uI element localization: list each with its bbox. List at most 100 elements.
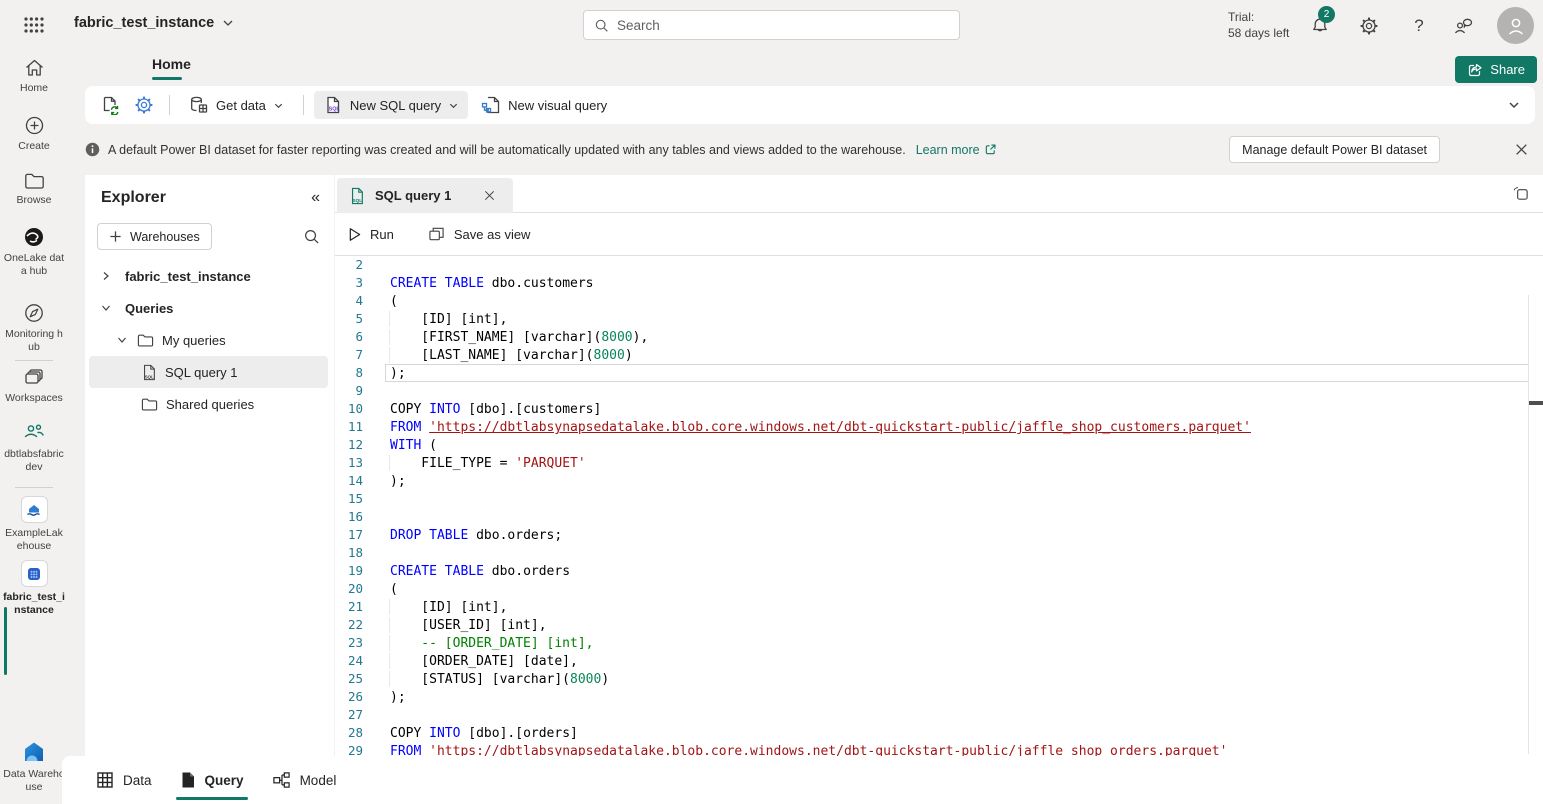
code-line[interactable]: 24 [ORDER_DATE] [date], — [335, 652, 1543, 670]
workspace-title-menu[interactable]: fabric_test_instance — [74, 15, 234, 31]
editor-scrollbar[interactable] — [1528, 295, 1529, 754]
tree-item-queries[interactable]: Queries — [85, 292, 334, 324]
feedback-button[interactable] — [1452, 14, 1476, 38]
code-editor[interactable]: 23CREATE TABLE dbo.customers4(5 [ID] [in… — [335, 256, 1543, 754]
settings-button[interactable] — [1357, 14, 1381, 38]
info-icon — [85, 142, 100, 157]
code-line[interactable]: 20( — [335, 580, 1543, 598]
sidebar-item-browse[interactable]: Browse — [0, 172, 68, 207]
tab-sql-query-1[interactable]: SQL SQL query 1 — [337, 178, 513, 213]
code-line[interactable]: 13 FILE_TYPE = 'PARQUET' — [335, 454, 1543, 472]
code-line[interactable]: 14); — [335, 472, 1543, 490]
explorer-search-icon[interactable] — [303, 228, 320, 245]
new-visual-query-button[interactable]: New visual query — [472, 91, 616, 119]
code-line[interactable]: 27 — [335, 706, 1543, 724]
manage-default-dataset-button[interactable]: Manage default Power BI dataset — [1229, 136, 1440, 163]
code-line[interactable]: 11FROM 'https://dbtlabsynapsedatalake.bl… — [335, 418, 1543, 436]
account-avatar[interactable] — [1497, 7, 1534, 44]
code-line[interactable]: 23 -- [ORDER_DATE] [int], — [335, 634, 1543, 652]
code-lines: 23CREATE TABLE dbo.customers4(5 [ID] [in… — [335, 256, 1543, 758]
tab-query-label: Query — [205, 773, 244, 788]
line-number: 21 — [335, 598, 363, 616]
tab-model[interactable]: Model — [258, 756, 351, 804]
global-search[interactable] — [583, 10, 960, 40]
chevron-down-icon — [448, 100, 459, 111]
folder-icon — [141, 397, 158, 412]
toolbar-divider — [169, 95, 170, 115]
code-line[interactable]: 18 — [335, 544, 1543, 562]
workspaces-icon — [23, 368, 45, 388]
sidebar-item-data-warehouse[interactable]: Data Warehouse — [0, 740, 68, 794]
feedback-icon — [1453, 16, 1475, 36]
rail-divider — [15, 360, 53, 361]
search-icon — [594, 18, 609, 33]
sidebar-item-create[interactable]: Create — [0, 115, 68, 153]
code-line[interactable]: 2 — [335, 256, 1543, 274]
code-line[interactable]: 26); — [335, 688, 1543, 706]
code-line[interactable]: 8); — [335, 364, 1543, 382]
sidebar-item-home[interactable]: Home — [0, 58, 68, 95]
new-visual-query-icon — [481, 95, 501, 115]
tree-item-my-queries[interactable]: My queries — [85, 324, 334, 356]
warehouse-tile — [21, 560, 48, 587]
code-line[interactable]: 22 [USER_ID] [int], — [335, 616, 1543, 634]
tree-item-shared-queries[interactable]: Shared queries — [85, 388, 334, 420]
code-text: [FIRST_NAME] [varchar](8000), — [385, 328, 1529, 346]
tree-item-warehouse[interactable]: fabric_test_instance — [85, 260, 334, 292]
new-visual-query-label: New visual query — [508, 98, 607, 113]
search-input[interactable] — [617, 18, 949, 33]
collapse-ribbon-button[interactable] — [1503, 95, 1525, 115]
chevron-right-icon[interactable] — [99, 270, 113, 282]
run-button[interactable]: Run — [348, 227, 394, 242]
sidebar-item-monitoring-hub[interactable]: Monitoring hub — [0, 302, 68, 354]
code-line[interactable]: 6 [FIRST_NAME] [varchar](8000), — [335, 328, 1543, 346]
tab-home[interactable]: Home — [152, 56, 191, 80]
editor-command-bar: Run Save as view — [335, 213, 1543, 256]
line-number: 18 — [335, 544, 363, 562]
collapse-explorer-button[interactable]: « — [311, 189, 320, 207]
indent-guide — [389, 653, 390, 669]
selected-indicator — [4, 607, 7, 675]
chevron-down-icon[interactable] — [115, 334, 129, 346]
code-line[interactable]: 15 — [335, 490, 1543, 508]
tab-close-button[interactable] — [479, 186, 499, 206]
code-line[interactable]: 12WITH ( — [335, 436, 1543, 454]
tab-data[interactable]: Data — [82, 756, 166, 804]
code-line[interactable]: 7 [LAST_NAME] [varchar](8000) — [335, 346, 1543, 364]
toolbar-divider — [303, 95, 304, 115]
help-icon: ? — [1414, 16, 1423, 36]
warehouse-settings-button[interactable] — [129, 91, 159, 119]
code-line[interactable]: 16 — [335, 508, 1543, 526]
new-sql-query-button[interactable]: SQL New SQL query — [314, 91, 468, 119]
sidebar-item-examplelakehouse[interactable]: ExampleLakehouse — [0, 496, 68, 553]
sidebar-item-dbtlabsfabricdev[interactable]: dbtlabsfabricdev — [0, 422, 68, 474]
get-data-button[interactable]: Get data — [180, 91, 293, 119]
add-warehouses-button[interactable]: Warehouses — [97, 223, 212, 250]
tab-query[interactable]: Query — [166, 756, 258, 804]
chevron-down-icon[interactable] — [99, 302, 113, 314]
app-launcher-icon[interactable] — [14, 10, 54, 40]
code-line[interactable]: 19CREATE TABLE dbo.orders — [335, 562, 1543, 580]
notifications-button[interactable]: 2 — [1308, 14, 1332, 38]
sidebar-item-onelake-data-hub[interactable]: OneLake data hub — [0, 226, 68, 278]
code-line[interactable]: 10COPY INTO [dbo].[customers] — [335, 400, 1543, 418]
help-button[interactable]: ? — [1407, 14, 1431, 38]
banner-close-button[interactable] — [1509, 138, 1533, 162]
share-button[interactable]: Share — [1455, 56, 1537, 83]
code-line[interactable]: 21 [ID] [int], — [335, 598, 1543, 616]
save-as-view-button[interactable]: Save as view — [428, 226, 531, 242]
line-number: 16 — [335, 508, 363, 526]
sidebar-item-fabric-test-instance[interactable]: fabric_test_instance — [0, 560, 68, 617]
copy-button[interactable] — [1511, 185, 1530, 203]
tree-item-sql-query-1[interactable]: SQL SQL query 1 — [89, 356, 328, 388]
refresh-report-button[interactable] — [95, 91, 125, 119]
learn-more-link[interactable]: Learn more — [916, 143, 997, 157]
code-line[interactable]: 28COPY INTO [dbo].[orders] — [335, 724, 1543, 742]
code-line[interactable]: 25 [STATUS] [varchar](8000) — [335, 670, 1543, 688]
code-line[interactable]: 3CREATE TABLE dbo.customers — [335, 274, 1543, 292]
code-line[interactable]: 4( — [335, 292, 1543, 310]
code-line[interactable]: 17DROP TABLE dbo.orders; — [335, 526, 1543, 544]
code-line[interactable]: 9 — [335, 382, 1543, 400]
sidebar-item-workspaces[interactable]: Workspaces — [0, 368, 68, 405]
code-line[interactable]: 5 [ID] [int], — [335, 310, 1543, 328]
